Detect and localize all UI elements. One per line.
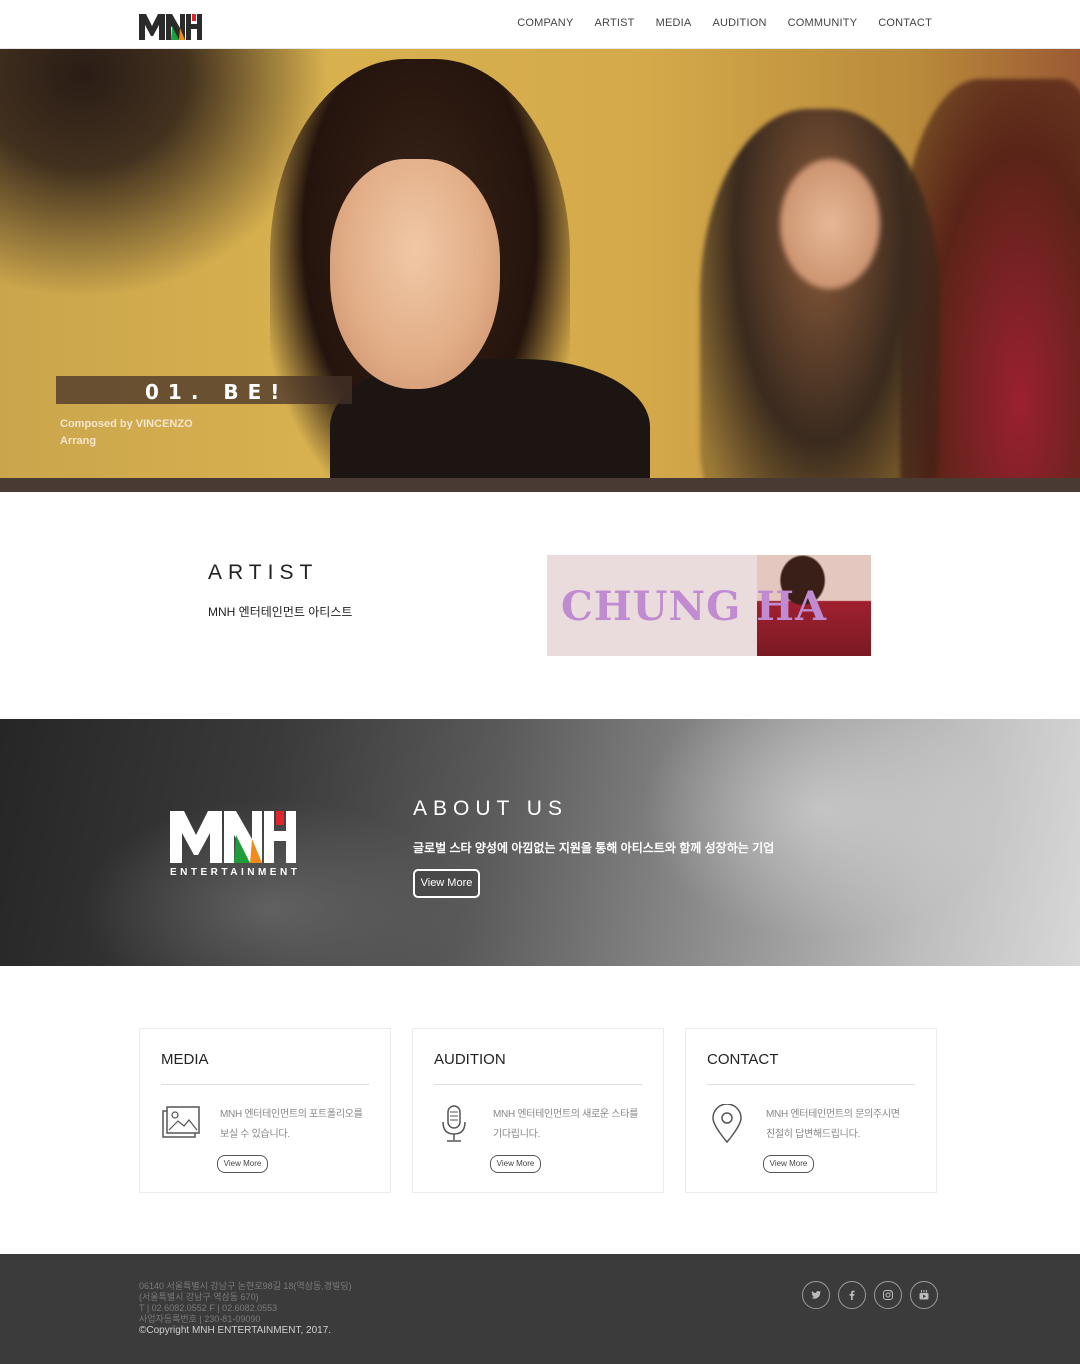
mnh-entertainment-logo bbox=[170, 811, 296, 863]
media-card-text-line1: MNH 엔터테인먼트의 포트폴리오를 bbox=[220, 1109, 363, 1120]
footer-biz-number: 사업자등록번호 | 230-81-09090 bbox=[139, 1314, 261, 1324]
twitter-link[interactable] bbox=[802, 1281, 830, 1309]
media-card: MEDIA MNH 엔터테인먼트의 포트폴리오를 보실 수 있습니다. View… bbox=[139, 1028, 391, 1193]
audition-card-title: AUDITION bbox=[434, 1051, 506, 1068]
contact-card-text-line2: 친절히 답변해드립니다. bbox=[766, 1129, 860, 1140]
artist-section-title: ARTIST bbox=[208, 561, 319, 584]
contact-view-more-button[interactable]: View More bbox=[763, 1155, 814, 1173]
contact-card-title: CONTACT bbox=[707, 1051, 779, 1068]
hero-track-title: 01. BE! bbox=[145, 380, 289, 404]
card-divider bbox=[161, 1084, 369, 1085]
media-view-more-button[interactable]: View More bbox=[217, 1155, 268, 1173]
card-divider bbox=[434, 1084, 642, 1085]
audition-card-text-line1: MNH 엔터테인먼트의 새로운 스타를 bbox=[493, 1109, 639, 1120]
hero-credits: Composed by VINCENZO Arrang bbox=[60, 416, 193, 450]
footer-phone: T | 02.6082.0552 F | 02.6082.0553 bbox=[139, 1303, 278, 1313]
contact-card-text-line1: MNH 엔터테인먼트의 문의주시면 bbox=[766, 1109, 900, 1120]
nav-audition[interactable]: AUDITION bbox=[712, 17, 766, 29]
nav-company[interactable]: COMPANY bbox=[517, 17, 573, 29]
nav-artist[interactable]: ARTIST bbox=[594, 17, 634, 29]
about-bg-highlight bbox=[640, 719, 1000, 939]
footer-old-address: (서울특별시 강남구 역삼동 670) bbox=[139, 1292, 259, 1302]
audition-card-text-line2: 기다립니다. bbox=[493, 1129, 540, 1140]
facebook-link[interactable] bbox=[838, 1281, 866, 1309]
audition-card-text: MNH 엔터테인먼트의 새로운 스타를 기다립니다. bbox=[493, 1105, 643, 1145]
instagram-link[interactable] bbox=[874, 1281, 902, 1309]
footer-company-info: 06140 서울특별시 강남구 논현로98길 18(역삼동,경빌딩) (서울특별… bbox=[139, 1281, 352, 1325]
site-header: COMPANY ARTIST MEDIA AUDITION COMMUNITY … bbox=[0, 0, 1080, 49]
youtube-icon bbox=[919, 1290, 929, 1300]
about-view-more-button[interactable]: View More bbox=[413, 869, 480, 898]
media-card-text: MNH 엔터테인먼트의 포트폴리오를 보실 수 있습니다. bbox=[220, 1105, 370, 1145]
footer-address: 06140 서울특별시 강남구 논현로98길 18(역삼동,경빌딩) bbox=[139, 1281, 352, 1291]
artist-section-subtitle: MNH 엔터테인먼트 아티스트 bbox=[208, 605, 353, 619]
map-pin-icon bbox=[712, 1104, 742, 1144]
about-title: ABOUT US bbox=[413, 797, 568, 820]
about-logo-subtitle: ENTERTAINMENT bbox=[170, 867, 301, 878]
image-icon bbox=[162, 1106, 200, 1138]
nav-contact[interactable]: CONTACT bbox=[878, 17, 932, 29]
site-footer: 06140 서울특별시 강남구 논현로98길 18(역삼동,경빌딩) (서울특별… bbox=[0, 1254, 1080, 1364]
about-section: ENTERTAINMENT ABOUT US 글로벌 스타 양성에 아낌없는 지… bbox=[0, 719, 1080, 966]
main-nav: COMPANY ARTIST MEDIA AUDITION COMMUNITY … bbox=[496, 17, 932, 29]
footer-copyright: ©Copyright MNH ENTERTAINMENT, 2017. bbox=[139, 1325, 332, 1336]
nav-media[interactable]: MEDIA bbox=[656, 17, 692, 29]
artist-banner-name: CHUNG HA bbox=[561, 583, 827, 630]
microphone-icon bbox=[442, 1105, 466, 1142]
audition-view-more-button[interactable]: View More bbox=[490, 1155, 541, 1173]
hero-arrang-line: Arrang bbox=[60, 435, 97, 447]
about-description: 글로벌 스타 양성에 아낌없는 지원을 통해 아티스트와 함께 성장하는 기업 bbox=[413, 841, 775, 855]
twitter-icon bbox=[811, 1290, 822, 1299]
hero-photo-face-middle bbox=[780, 159, 880, 289]
facebook-icon bbox=[849, 1290, 855, 1300]
nav-community[interactable]: COMMUNITY bbox=[788, 17, 858, 29]
youtube-link[interactable] bbox=[910, 1281, 938, 1309]
mnh-logo[interactable] bbox=[139, 12, 203, 40]
media-card-title: MEDIA bbox=[161, 1051, 209, 1068]
contact-card-text: MNH 엔터테인먼트의 문의주시면 친절히 답변해드립니다. bbox=[766, 1105, 916, 1145]
audition-card: AUDITION MNH 엔터테인먼트의 새로운 스타를 기다립니다. View… bbox=[412, 1028, 664, 1193]
media-card-text-line2: 보실 수 있습니다. bbox=[220, 1129, 290, 1140]
contact-card: CONTACT MNH 엔터테인먼트의 문의주시면 친절히 답변해드립니다. V… bbox=[685, 1028, 937, 1193]
hero-slider[interactable]: 01. BE! Composed by VINCENZO Arrang bbox=[0, 49, 1080, 492]
hero-bottom-band bbox=[0, 478, 1080, 492]
hero-photo-face bbox=[330, 159, 500, 389]
instagram-icon bbox=[883, 1290, 893, 1300]
artist-banner-chungha[interactable]: CHUNG HA bbox=[547, 555, 871, 656]
card-divider bbox=[707, 1084, 915, 1085]
hero-composed-line: Composed by VINCENZO bbox=[60, 418, 193, 430]
